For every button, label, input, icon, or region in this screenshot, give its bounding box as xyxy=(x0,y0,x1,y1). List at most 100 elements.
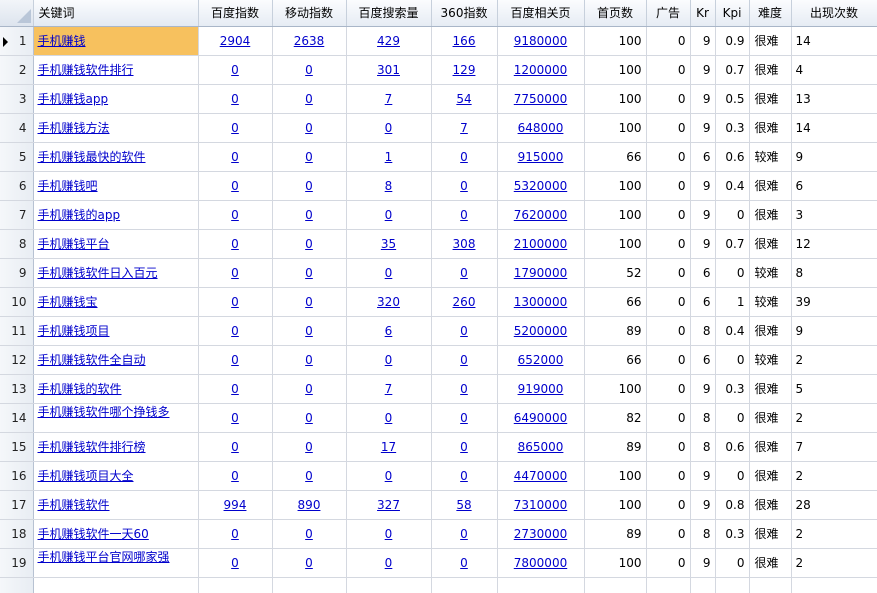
keyword-link[interactable]: 手机赚钱软件排行 xyxy=(38,63,134,77)
keyword-link[interactable]: 手机赚钱的app xyxy=(38,208,121,222)
related-pages-link[interactable]: 1790000 xyxy=(514,266,567,280)
index-360-link-cell[interactable]: 308 xyxy=(431,229,498,259)
table-row[interactable]: 7 手机赚钱的app 0 0 0 0 7620000 100 0 9 0 很难 3 xyxy=(0,200,877,230)
baidu-index-link-cell[interactable]: 0 xyxy=(198,258,273,288)
baidu-index-link-cell[interactable]: 0 xyxy=(198,229,273,259)
mobile-index-link-cell[interactable]: 0 xyxy=(272,548,347,578)
related-pages-link[interactable]: 7310000 xyxy=(514,498,567,512)
related-pages-link[interactable]: 1300000 xyxy=(514,295,567,309)
baidu-index-link-cell[interactable]: 0 xyxy=(198,432,273,462)
index-360-link-cell[interactable]: 0 xyxy=(431,432,498,462)
search-volume-link-cell[interactable]: 0 xyxy=(346,461,432,491)
index-360-link[interactable]: 7 xyxy=(460,121,468,135)
baidu-index-link[interactable]: 0 xyxy=(231,324,239,338)
table-row[interactable]: 11 手机赚钱项目 0 0 6 0 5200000 89 0 8 0.4 很难 9 xyxy=(0,316,877,346)
search-volume-link-cell[interactable]: 327 xyxy=(346,490,432,520)
search-volume-link[interactable]: 0 xyxy=(385,556,393,570)
mobile-index-link[interactable]: 0 xyxy=(305,440,313,454)
index-360-link-cell[interactable]: 0 xyxy=(431,519,498,549)
related-pages-link[interactable]: 7750000 xyxy=(514,92,567,106)
keyword-link[interactable]: 手机赚钱最快的软件 xyxy=(38,150,146,164)
col-header-360-index[interactable]: 360指数 xyxy=(431,0,498,27)
index-360-link-cell[interactable]: 0 xyxy=(431,258,498,288)
keyword-link-cell[interactable]: 手机赚钱软件日入百元 xyxy=(33,258,199,288)
related-pages-link[interactable]: 919000 xyxy=(518,382,564,396)
related-pages-link-cell[interactable]: 6490000 xyxy=(497,403,585,433)
index-360-link-cell[interactable]: 0 xyxy=(431,403,498,433)
keyword-link[interactable]: 手机赚钱项目大全 xyxy=(38,469,134,483)
mobile-index-link[interactable]: 0 xyxy=(305,527,313,541)
col-header-kpi[interactable]: Kpi xyxy=(715,0,750,27)
mobile-index-link[interactable]: 0 xyxy=(305,469,313,483)
index-360-link[interactable]: 0 xyxy=(460,440,468,454)
keyword-link-cell[interactable]: 手机赚钱软件排行 xyxy=(33,55,199,85)
baidu-index-link[interactable]: 0 xyxy=(231,121,239,135)
search-volume-link-cell[interactable]: 0 xyxy=(346,548,432,578)
index-360-link-cell[interactable]: 0 xyxy=(431,142,498,172)
baidu-index-link-cell[interactable]: 0 xyxy=(198,548,273,578)
related-pages-link-cell[interactable]: 2730000 xyxy=(497,519,585,549)
search-volume-link[interactable]: 320 xyxy=(377,295,400,309)
baidu-index-link-cell[interactable]: 0 xyxy=(198,142,273,172)
search-volume-link-cell[interactable]: 0 xyxy=(346,113,432,143)
baidu-index-link[interactable]: 0 xyxy=(231,63,239,77)
keyword-link[interactable]: 手机赚钱项目 xyxy=(38,324,110,338)
index-360-link[interactable]: 0 xyxy=(460,556,468,570)
related-pages-link[interactable]: 6490000 xyxy=(514,411,567,425)
baidu-index-link[interactable]: 0 xyxy=(231,150,239,164)
index-360-link[interactable]: 0 xyxy=(460,324,468,338)
mobile-index-link[interactable]: 890 xyxy=(298,498,321,512)
related-pages-link[interactable]: 648000 xyxy=(518,121,564,135)
baidu-index-link[interactable]: 0 xyxy=(231,179,239,193)
mobile-index-link-cell[interactable]: 0 xyxy=(272,84,347,114)
keyword-link-cell[interactable]: 手机赚钱app xyxy=(33,84,199,114)
index-360-link-cell[interactable]: 0 xyxy=(431,461,498,491)
baidu-index-link-cell[interactable]: 0 xyxy=(198,84,273,114)
table-row[interactable]: 14 手机赚钱软件哪个挣钱多 0 0 0 0 6490000 82 0 8 0 很难 2 xyxy=(0,403,877,433)
related-pages-link-cell[interactable]: 7800000 xyxy=(497,548,585,578)
table-row[interactable] xyxy=(0,577,877,593)
related-pages-link-cell[interactable]: 4470000 xyxy=(497,461,585,491)
index-360-link[interactable]: 0 xyxy=(460,208,468,222)
search-volume-link[interactable]: 0 xyxy=(385,353,393,367)
mobile-index-link-cell[interactable]: 0 xyxy=(272,200,347,230)
search-volume-link[interactable]: 35 xyxy=(381,237,396,251)
col-header-baidu-related-pages[interactable]: 百度相关页 xyxy=(497,0,585,27)
mobile-index-link-cell[interactable]: 890 xyxy=(272,490,347,520)
mobile-index-link[interactable]: 0 xyxy=(305,92,313,106)
mobile-index-link-cell[interactable]: 0 xyxy=(272,258,347,288)
table-row[interactable]: 2 手机赚钱软件排行 0 0 301 129 1200000 100 0 9 0.7 很难 4 xyxy=(0,55,877,85)
index-360-link-cell[interactable]: 0 xyxy=(431,548,498,578)
keyword-link[interactable]: 手机赚钱软件全自动 xyxy=(38,353,146,367)
keyword-link[interactable]: 手机赚钱软件排行榜 xyxy=(38,440,146,454)
mobile-index-link-cell[interactable]: 0 xyxy=(272,345,347,375)
baidu-index-link-cell[interactable]: 0 xyxy=(198,345,273,375)
keyword-link-cell[interactable]: 手机赚钱 xyxy=(33,26,199,56)
keyword-link-cell[interactable]: 手机赚钱方法 xyxy=(33,113,199,143)
baidu-index-link[interactable]: 0 xyxy=(231,382,239,396)
table-row[interactable]: 5 手机赚钱最快的软件 0 0 1 0 915000 66 0 6 0.6 较难 9 xyxy=(0,142,877,172)
search-volume-link[interactable]: 0 xyxy=(385,527,393,541)
keyword-link-cell[interactable]: 手机赚钱的app xyxy=(33,200,199,230)
search-volume-link[interactable]: 429 xyxy=(377,34,400,48)
related-pages-link[interactable]: 7620000 xyxy=(514,208,567,222)
keyword-link-cell[interactable]: 手机赚钱平台 xyxy=(33,229,199,259)
search-volume-link-cell[interactable]: 429 xyxy=(346,26,432,56)
index-360-link[interactable]: 0 xyxy=(460,469,468,483)
related-pages-link[interactable]: 915000 xyxy=(518,150,564,164)
related-pages-link[interactable]: 4470000 xyxy=(514,469,567,483)
mobile-index-link-cell[interactable] xyxy=(272,577,347,593)
keyword-link-cell[interactable]: 手机赚钱的软件 xyxy=(33,374,199,404)
search-volume-link-cell[interactable]: 1 xyxy=(346,142,432,172)
search-volume-link[interactable]: 0 xyxy=(385,411,393,425)
related-pages-link-cell[interactable]: 1200000 xyxy=(497,55,585,85)
col-header-baidu-search-volume[interactable]: 百度搜索量 xyxy=(346,0,432,27)
search-volume-link-cell[interactable]: 0 xyxy=(346,345,432,375)
table-row[interactable]: 18 手机赚钱软件一天60 0 0 0 0 2730000 89 0 8 0.3 很难 2 xyxy=(0,519,877,549)
related-pages-link-cell[interactable]: 919000 xyxy=(497,374,585,404)
table-row[interactable]: 9 手机赚钱软件日入百元 0 0 0 0 1790000 52 0 6 0 较难 8 xyxy=(0,258,877,288)
keyword-link-cell[interactable]: 手机赚钱项目 xyxy=(33,316,199,346)
search-volume-link[interactable]: 301 xyxy=(377,63,400,77)
related-pages-link-cell[interactable]: 1300000 xyxy=(497,287,585,317)
table-row[interactable]: 12 手机赚钱软件全自动 0 0 0 0 652000 66 0 6 0 较难 2 xyxy=(0,345,877,375)
